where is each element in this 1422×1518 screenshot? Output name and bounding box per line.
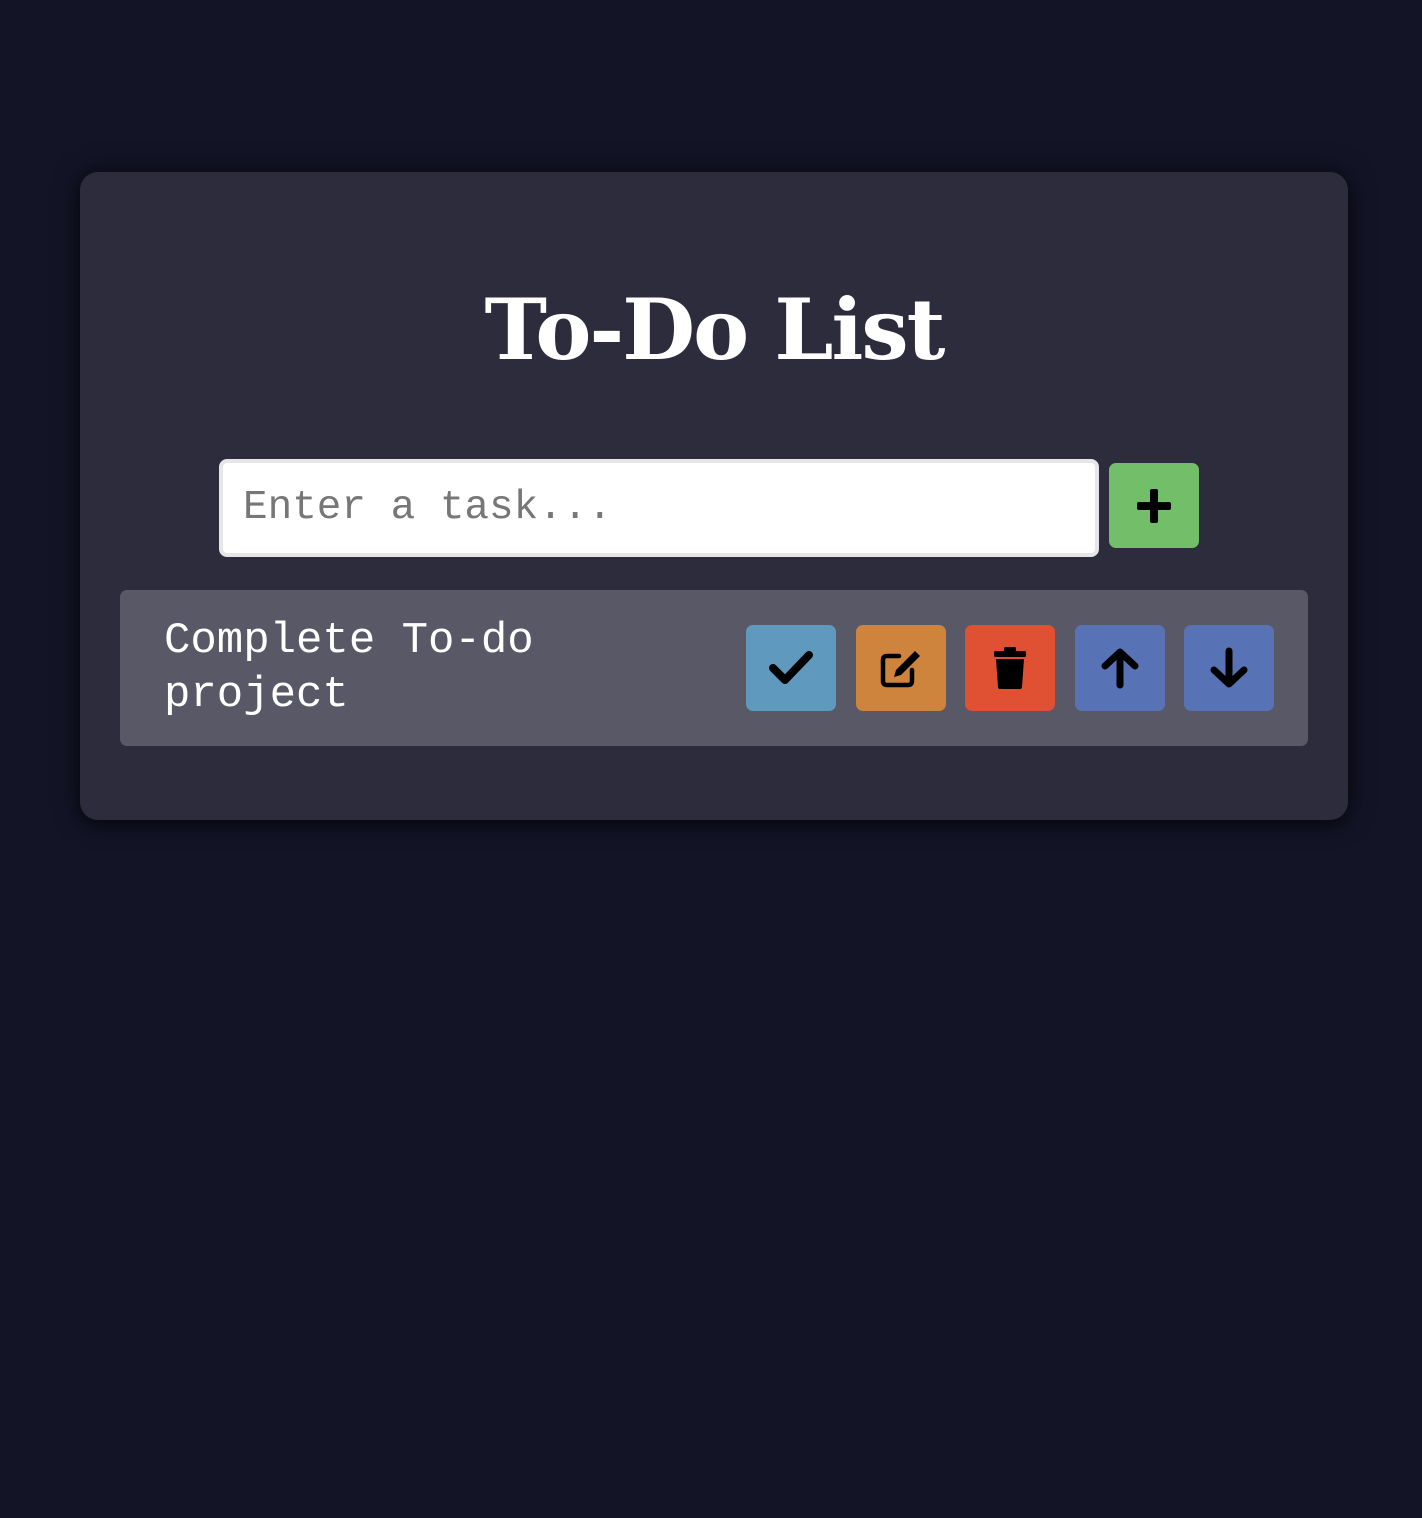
move-down-button[interactable] xyxy=(1184,625,1274,711)
move-up-button[interactable] xyxy=(1075,625,1165,711)
add-task-button[interactable] xyxy=(1109,463,1199,548)
arrow-down-icon xyxy=(1209,647,1249,689)
plus-icon xyxy=(1135,487,1173,525)
todo-card: To-Do List Complete To-do project xyxy=(80,172,1348,820)
task-item: Complete To-do project xyxy=(120,590,1308,746)
page-title: To-Do List xyxy=(484,280,946,379)
task-input[interactable] xyxy=(219,459,1099,557)
check-icon xyxy=(769,650,813,686)
edit-task-button[interactable] xyxy=(856,625,946,711)
edit-icon xyxy=(879,648,923,688)
complete-task-button[interactable] xyxy=(746,625,836,711)
arrow-up-icon xyxy=(1100,647,1140,689)
delete-task-button[interactable] xyxy=(965,625,1055,711)
trash-icon xyxy=(992,646,1028,690)
task-text: Complete To-do project xyxy=(164,616,534,720)
